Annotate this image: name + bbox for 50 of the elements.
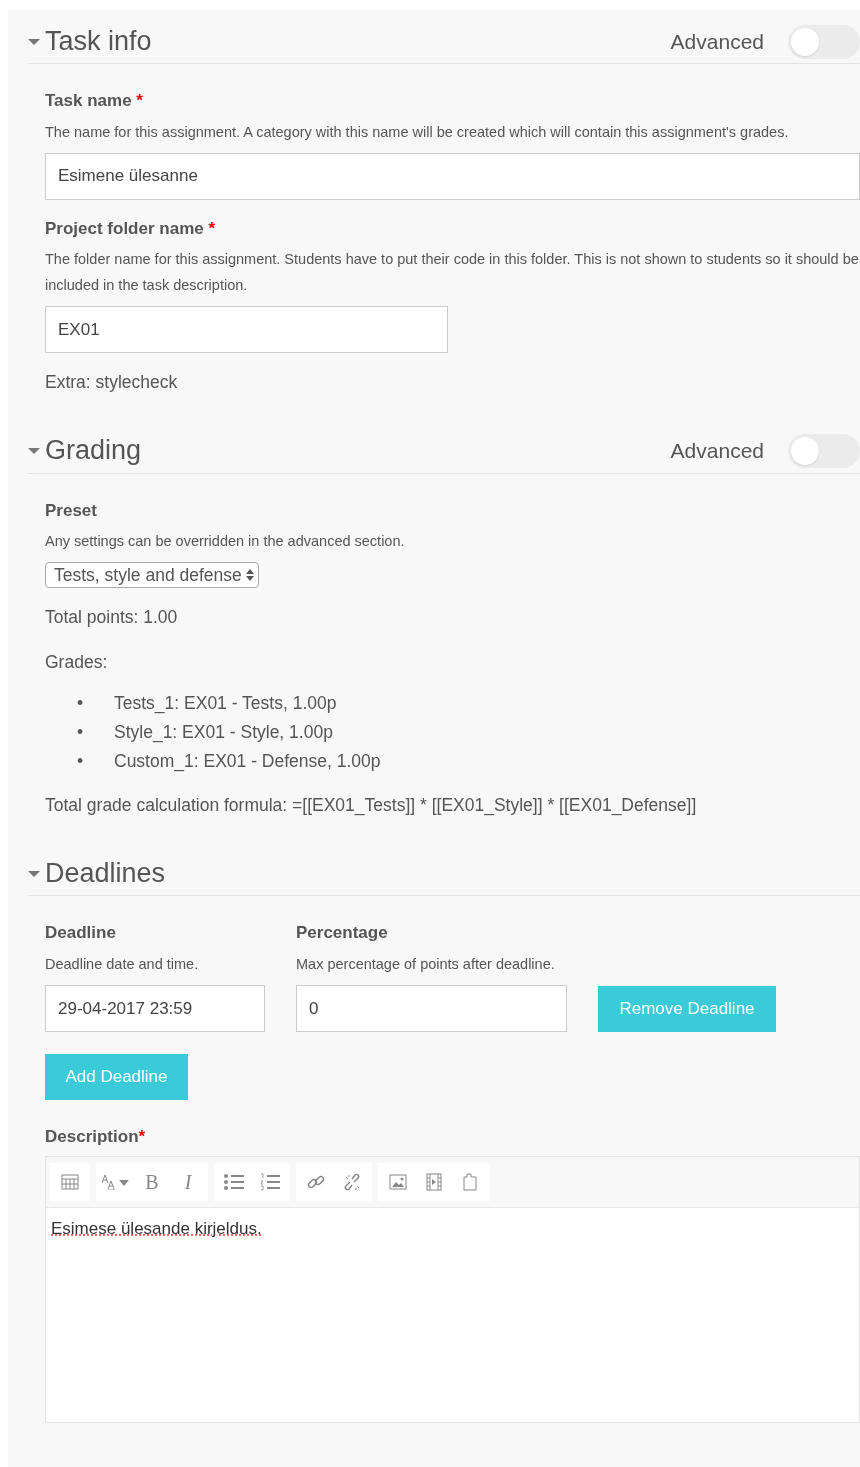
editor-text: Esimese ülesande kirjeldus. [51, 1218, 262, 1238]
video-icon[interactable] [426, 1172, 442, 1191]
grade-item: Style_1: EX01 - Style, 1.00p [114, 720, 333, 745]
section-title: Grading [45, 434, 142, 468]
field-label: Description [45, 1127, 139, 1147]
section-title: Deadlines [45, 857, 166, 891]
bold-button[interactable]: B [134, 1166, 170, 1197]
info-text: Total points: 1.00 [45, 606, 179, 630]
help-text: Deadline date and time. [45, 954, 200, 974]
info-text: Grades: [45, 650, 109, 674]
required-mark: * [136, 91, 143, 111]
bullet: • [76, 720, 85, 744]
text-field[interactable]: 29-04-2017 23:59 [45, 985, 265, 1033]
field-label: Deadline [45, 923, 116, 943]
file-icon[interactable] [462, 1172, 478, 1191]
help-text: Any settings can be overridden in the advanced section. [45, 532, 406, 552]
required-mark: * [208, 218, 216, 238]
font-size-icon[interactable] [101, 1173, 131, 1190]
field-label: Project folder name [45, 218, 204, 238]
italic-button[interactable]: I [170, 1166, 206, 1197]
bullet: • [76, 749, 85, 773]
unlink-icon[interactable] [343, 1172, 361, 1191]
section-title: Task info [45, 25, 152, 58]
info-text: Total grade calculation formula: =[[EX01_Tests]] * [[EX01_Style]] * [[EX01_Defense]] [45, 793, 698, 818]
grade-item: Custom_1: EX01 - Defense, 1.00p [114, 749, 381, 774]
numbered-list-icon[interactable] [260, 1172, 280, 1191]
text-field[interactable]: EX01 [45, 306, 448, 354]
bullet-list-icon[interactable] [224, 1173, 244, 1190]
advanced-toggle[interactable] [788, 24, 860, 59]
field-label: Task name [45, 91, 132, 111]
info-text: Extra: stylecheck [45, 371, 179, 395]
required-mark: * [138, 1127, 146, 1147]
preset-select[interactable]: Tests, style and defense [45, 562, 259, 589]
image-icon[interactable] [389, 1173, 407, 1190]
help-text: Max percentage of points after deadline. [296, 954, 556, 974]
table-icon[interactable] [61, 1173, 79, 1190]
help-text: The folder name for this assignment. Students have to put their code in this folder. This is not shown to students so it should be included in the task description. [45, 250, 860, 295]
advanced-label: Advanced [670, 28, 764, 55]
field-label: Preset [45, 500, 97, 520]
help-text: The name for this assignment. A category with this name will be created which will contain this assignment's grades. [45, 122, 790, 142]
text-field[interactable]: Esimene ülesanne [45, 152, 860, 200]
field-label: Percentage [296, 923, 388, 943]
text-editor[interactable]: B I Esimese ülesande kirjeldus. [45, 1155, 860, 1423]
text-field[interactable]: 0 [296, 985, 567, 1033]
bullet: • [76, 691, 85, 715]
sort-arrows-icon [245, 568, 254, 583]
advanced-label: Advanced [670, 438, 764, 465]
advanced-toggle[interactable] [788, 434, 860, 468]
caret-icon[interactable] [28, 445, 40, 457]
grade-item: Tests_1: EX01 - Tests, 1.00p [114, 691, 337, 716]
